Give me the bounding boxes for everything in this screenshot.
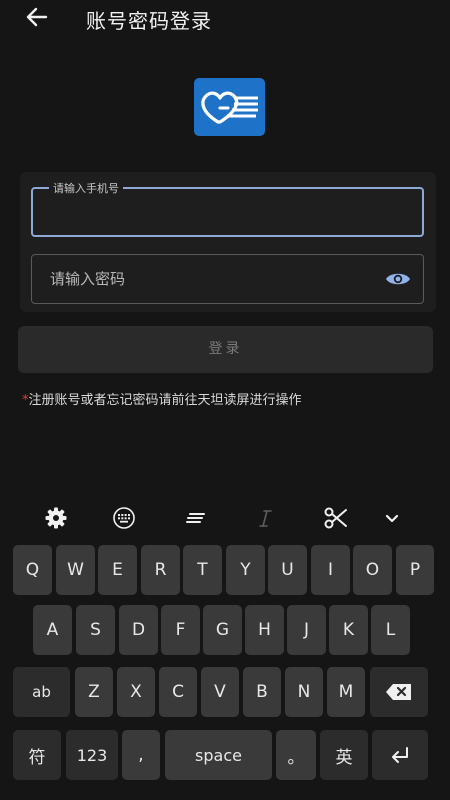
- password-input[interactable]: 请输入密码: [31, 254, 424, 304]
- password-visibility-toggle[interactable]: [385, 270, 411, 288]
- key-l[interactable]: L: [371, 605, 410, 655]
- hide-keyboard-button[interactable]: [378, 504, 406, 532]
- key-s[interactable]: S: [76, 605, 115, 655]
- italic-button[interactable]: [252, 504, 280, 532]
- key-p[interactable]: P: [396, 545, 434, 595]
- key-c[interactable]: C: [159, 667, 197, 717]
- clipboard-button[interactable]: [322, 504, 350, 532]
- back-button[interactable]: [24, 6, 50, 28]
- key-o[interactable]: O: [353, 545, 392, 595]
- key-z[interactable]: Z: [75, 667, 113, 717]
- gear-icon: [45, 507, 67, 529]
- key-shift-ab[interactable]: ab: [13, 667, 70, 717]
- keyboard-icon: [113, 507, 135, 529]
- key-j[interactable]: J: [287, 605, 326, 655]
- key-x[interactable]: X: [117, 667, 155, 717]
- login-button[interactable]: 登录: [18, 326, 433, 373]
- page-title: 账号密码登录: [86, 9, 212, 33]
- header: 账号密码登录: [0, 0, 450, 36]
- key-e[interactable]: E: [98, 545, 137, 595]
- backspace-icon: [386, 684, 411, 700]
- text-align-icon: [186, 513, 205, 523]
- login-form: 请输入手机号 请输入密码: [20, 172, 436, 312]
- keyboard-toolbar: [0, 498, 450, 538]
- key-comma[interactable]: ,: [122, 730, 160, 780]
- key-symbols[interactable]: 符: [13, 730, 61, 780]
- key-a[interactable]: A: [33, 605, 72, 655]
- key-b[interactable]: B: [243, 667, 281, 717]
- key-y[interactable]: Y: [226, 545, 265, 595]
- phone-input[interactable]: 请输入手机号: [31, 180, 424, 237]
- key-f[interactable]: F: [161, 605, 200, 655]
- key-n[interactable]: N: [285, 667, 323, 717]
- key-v[interactable]: V: [201, 667, 239, 717]
- eye-icon: [386, 273, 410, 285]
- italic-icon: [259, 510, 272, 527]
- key-language[interactable]: 英: [320, 730, 368, 780]
- key-space[interactable]: space: [165, 730, 272, 780]
- arrow-left-icon: [26, 7, 48, 27]
- scissors-icon: [324, 507, 347, 529]
- key-t[interactable]: T: [183, 545, 222, 595]
- app-logo: [194, 78, 265, 136]
- text-format-button[interactable]: [182, 504, 210, 532]
- key-period[interactable]: 。: [276, 730, 316, 780]
- heart-document-logo: [201, 91, 258, 124]
- key-q[interactable]: Q: [13, 545, 52, 595]
- keyboard-switch-button[interactable]: [110, 504, 138, 532]
- password-placeholder: 请输入密码: [50, 270, 126, 288]
- phone-input-label: 请输入手机号: [49, 180, 123, 196]
- key-enter[interactable]: [372, 730, 428, 780]
- key-g[interactable]: G: [203, 605, 242, 655]
- key-u[interactable]: U: [268, 545, 307, 595]
- key-w[interactable]: W: [56, 545, 95, 595]
- keyboard-settings-button[interactable]: [42, 504, 70, 532]
- notice-text: 注册账号或者忘记密码请前往天坦读屏进行操作: [28, 393, 302, 408]
- enter-icon: [392, 747, 408, 763]
- key-k[interactable]: K: [329, 605, 368, 655]
- chevron-down-icon: [385, 514, 399, 523]
- key-h[interactable]: H: [245, 605, 284, 655]
- key-m[interactable]: M: [327, 667, 365, 717]
- key-i[interactable]: I: [311, 545, 350, 595]
- key-numbers[interactable]: 123: [66, 730, 118, 780]
- key-d[interactable]: D: [119, 605, 158, 655]
- soft-keyboard: Q W E R T Y U I O P A S D F G H J K L ab…: [0, 540, 450, 800]
- registration-notice: *注册账号或者忘记密码请前往天坦读屏进行操作: [22, 389, 302, 408]
- key-r[interactable]: R: [141, 545, 180, 595]
- key-backspace[interactable]: [370, 667, 428, 717]
